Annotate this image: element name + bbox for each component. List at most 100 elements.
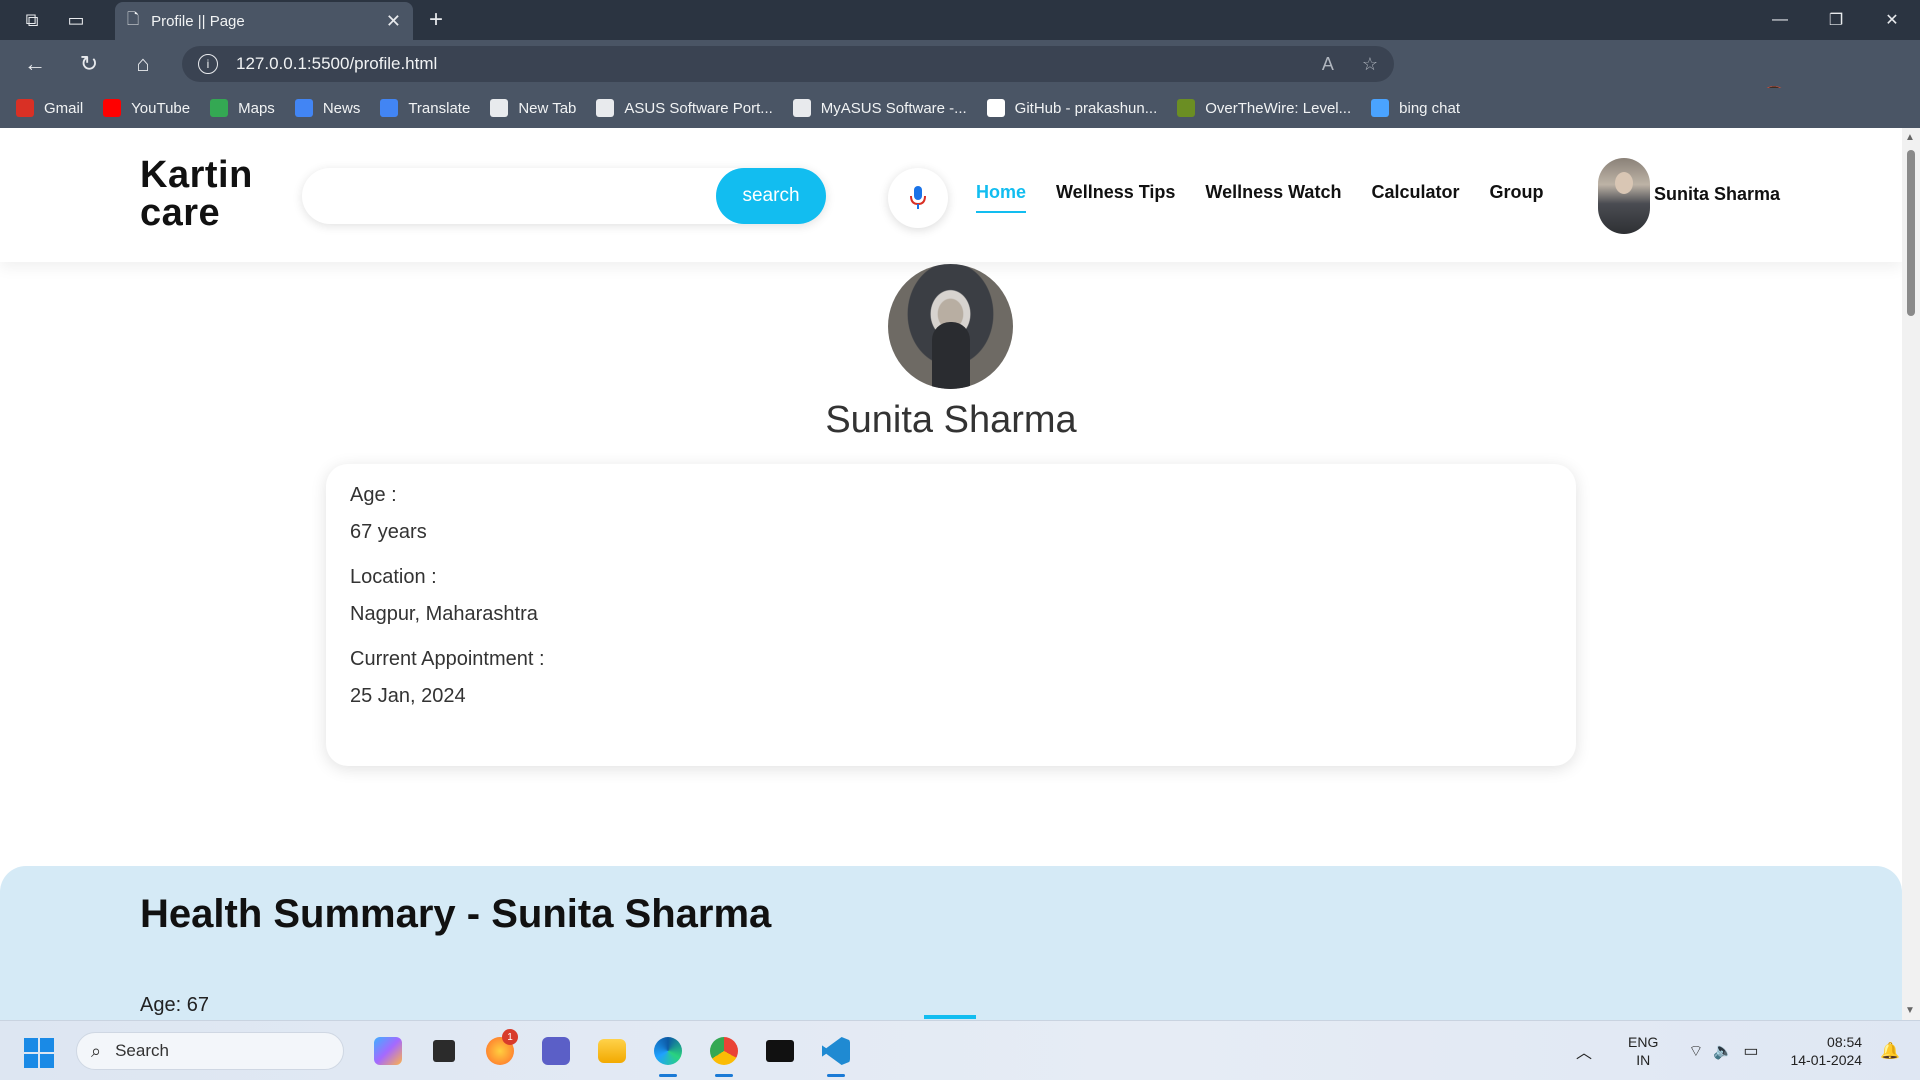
news-icon xyxy=(294,99,313,117)
health-summary-title: Health Summary - Sunita Sharma xyxy=(140,892,772,936)
scrollbar-thumb[interactable] xyxy=(1907,150,1915,316)
window-controls: — ❐ ✕ xyxy=(1752,0,1920,40)
bookmark-item[interactable]: MyASUS Software -... xyxy=(792,99,967,117)
bookmark-item[interactable]: Maps xyxy=(210,99,275,117)
bookmark-label: ASUS Software Port... xyxy=(624,99,773,117)
taskbar-apps: 1 xyxy=(360,1029,864,1077)
github-icon xyxy=(986,99,1005,117)
system-tray: ︿ ENG IN ⌔🔈▭ 08:54 14-01-2024 🔔 xyxy=(1576,1021,1900,1080)
tab-actions-icon[interactable]: ▭ xyxy=(56,0,96,40)
info-label: Current Appointment : xyxy=(350,648,545,670)
taskbar-copilot-app[interactable] xyxy=(360,1031,416,1071)
taskbar-chrome-app[interactable] xyxy=(696,1031,752,1077)
section-indicator xyxy=(924,1015,976,1019)
search-input[interactable] xyxy=(322,176,702,216)
new-tab-button[interactable]: + xyxy=(420,0,452,40)
workspaces-icon[interactable]: ⧉ xyxy=(12,0,52,40)
language-indicator[interactable]: ENG IN xyxy=(1628,1033,1658,1069)
page-icon xyxy=(490,99,509,117)
overthewire-icon xyxy=(1177,99,1196,117)
restore-button[interactable]: ❐ xyxy=(1808,0,1864,40)
bookmarks-bar: Gmail YouTube Maps News Translate New Tab ASUS… xyxy=(0,88,1920,128)
bookmark-label: News xyxy=(322,99,361,117)
taskbar-search-label: Search xyxy=(115,1041,169,1060)
lang-line-2: IN xyxy=(1636,1052,1651,1068)
lang-line-1: ENG xyxy=(1628,1034,1659,1050)
taskbar-terminal-app[interactable] xyxy=(752,1031,808,1071)
scroll-up-icon[interactable]: ▲ xyxy=(1905,132,1915,143)
bookmark-label: New Tab xyxy=(518,99,577,117)
search-bar: search xyxy=(302,168,826,224)
close-tab-icon[interactable]: ✕ xyxy=(386,11,401,32)
voice-search-button[interactable] xyxy=(888,168,948,228)
clock[interactable]: 08:54 14-01-2024 xyxy=(1790,1033,1862,1069)
close-window-button[interactable]: ✕ xyxy=(1864,0,1920,40)
refresh-button[interactable]: ↻ xyxy=(62,40,116,88)
youtube-icon xyxy=(103,99,122,117)
nav-link-wellness-watch[interactable]: Wellness Watch xyxy=(1205,182,1341,213)
folder-icon xyxy=(598,1039,626,1063)
page-viewport: Kartin care search Home Wellness Tips Well… xyxy=(0,128,1902,1020)
info-value: 67 years xyxy=(350,521,427,543)
taskbar-file-explorer[interactable] xyxy=(584,1031,640,1071)
bookmark-label: GitHub - prakashun... xyxy=(1014,99,1158,117)
copilot-app-icon xyxy=(374,1037,402,1065)
nav-link-wellness-tips[interactable]: Wellness Tips xyxy=(1056,182,1175,213)
profile-avatar xyxy=(888,264,1013,389)
read-aloud-icon[interactable]: A xyxy=(1322,54,1334,75)
site-header: Kartin care search Home Wellness Tips Well… xyxy=(0,128,1902,262)
taskbar-firefox-app[interactable]: 1 xyxy=(472,1029,528,1071)
terminal-icon xyxy=(766,1040,794,1062)
bookmark-label: YouTube xyxy=(131,99,191,117)
page-scrollbar[interactable]: ▲ ▼ xyxy=(1902,128,1920,1020)
scroll-down-icon[interactable]: ▼ xyxy=(1905,1005,1915,1016)
search-icon: ⌕ xyxy=(91,1040,102,1061)
bookmark-item[interactable]: New Tab xyxy=(490,99,576,117)
bookmark-label: Gmail xyxy=(44,99,84,117)
nav-link-group[interactable]: Group xyxy=(1489,182,1543,213)
notifications-bell-icon[interactable]: 🔔 xyxy=(1880,1041,1900,1061)
profile-info-card: Age : 67 years Location : Nagpur, Maharasht… xyxy=(326,464,1576,766)
teams-icon xyxy=(542,1037,570,1065)
taskbar-task-view[interactable] xyxy=(416,1031,472,1071)
header-user-name[interactable]: Sunita Sharma xyxy=(1654,184,1780,205)
health-summary-section: Health Summary - Sunita Sharma Age: 67 xyxy=(0,866,1902,1020)
bookmark-item[interactable]: YouTube xyxy=(103,99,190,117)
back-button[interactable]: ← xyxy=(8,40,62,88)
search-button[interactable]: search xyxy=(716,168,826,224)
favorite-star-icon[interactable]: ☆ xyxy=(1362,54,1378,75)
bookmark-item[interactable]: bing chat xyxy=(1371,99,1460,117)
taskbar-search[interactable]: ⌕ Search xyxy=(76,1032,344,1070)
url-field[interactable]: i 127.0.0.1:5500/profile.html A ☆ xyxy=(182,46,1394,82)
page-icon xyxy=(596,99,615,117)
bookmark-item[interactable]: GitHub - prakashun... xyxy=(986,99,1158,117)
windows-start-button[interactable] xyxy=(24,1038,54,1068)
site-logo[interactable]: Kartin care xyxy=(140,156,300,232)
bookmark-label: Translate xyxy=(408,99,471,117)
wifi-volume-battery-icons[interactable]: ⌔🔈▭ xyxy=(1688,1041,1768,1061)
nav-link-calculator[interactable]: Calculator xyxy=(1371,182,1459,213)
chevron-up-icon[interactable]: ︿ xyxy=(1576,1039,1592,1063)
bookmark-item[interactable]: Gmail xyxy=(16,99,83,117)
taskbar-teams-app[interactable] xyxy=(528,1031,584,1071)
taskbar-edge-app[interactable] xyxy=(640,1031,696,1077)
nav-link-home[interactable]: Home xyxy=(976,182,1027,213)
taskbar-vscode-app[interactable] xyxy=(808,1031,864,1077)
bookmark-item[interactable]: ASUS Software Port... xyxy=(596,99,773,117)
header-avatar[interactable] xyxy=(1598,158,1650,234)
minimize-button[interactable]: — xyxy=(1752,0,1808,40)
bookmark-item[interactable]: News xyxy=(294,99,361,117)
info-label: Location : xyxy=(350,566,437,588)
site-info-icon[interactable]: i xyxy=(198,54,218,74)
browser-tab-bar: ⧉ ▭ 🗋 Profile || Page ✕ + — ❐ ✕ xyxy=(0,0,1920,40)
bookmark-item[interactable]: OverTheWire: Level... xyxy=(1177,99,1351,117)
taskbar: ⌕ Search 1 ︿ ENG IN ⌔🔈▭ 08:54 14-01-2024… xyxy=(0,1020,1920,1080)
home-button[interactable]: ⌂ xyxy=(116,40,170,88)
browser-tab[interactable]: 🗋 Profile || Page ✕ xyxy=(115,2,413,40)
bookmark-item[interactable]: Translate xyxy=(380,99,470,117)
translate-icon xyxy=(380,99,399,117)
notification-badge: 1 xyxy=(502,1029,518,1045)
address-bar-row: ← ↻ ⌂ i 127.0.0.1:5500/profile.html A ☆ … xyxy=(0,40,1920,116)
edge-icon xyxy=(654,1037,682,1065)
clock-time: 08:54 xyxy=(1827,1034,1863,1050)
